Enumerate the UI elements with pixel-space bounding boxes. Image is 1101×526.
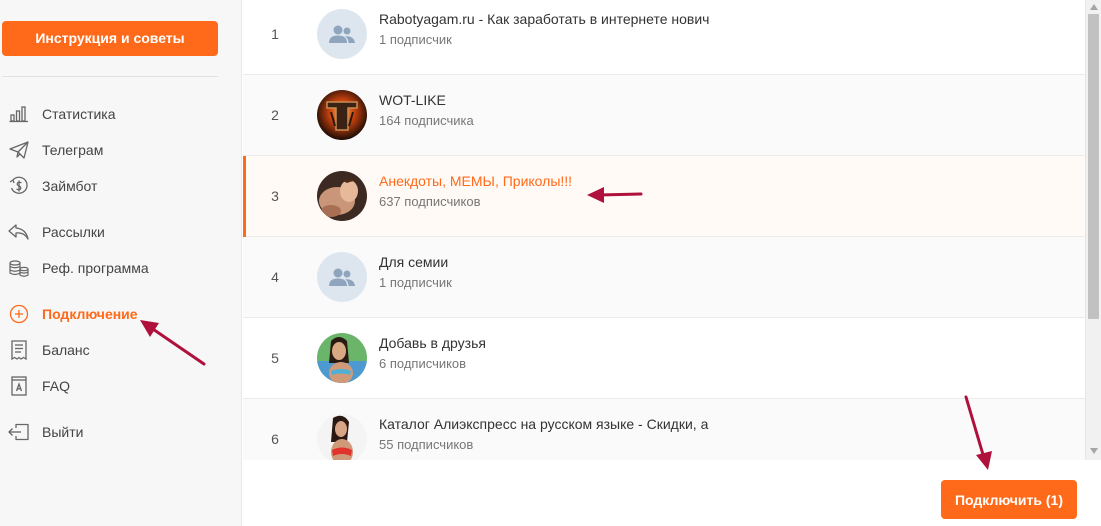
sidebar-item-mailings[interactable]: Рассылки bbox=[8, 220, 105, 244]
channel-list: 1 Rabotyagam.ru - Как заработать в интер… bbox=[243, 0, 1085, 460]
channel-row-selected[interactable]: 3 Анекдоты, МЕМЫ, Приколы!!! 637 подписч… bbox=[243, 156, 1085, 237]
row-number: 4 bbox=[271, 269, 279, 285]
channel-subscribers: 1 подписчик bbox=[379, 275, 452, 290]
sidebar-item-label: Статистика bbox=[42, 106, 116, 122]
sidebar-item-balance[interactable]: Баланс bbox=[8, 338, 90, 362]
channel-title: Добавь в друзья bbox=[379, 335, 486, 351]
row-number: 5 bbox=[271, 350, 279, 366]
wot-logo-image bbox=[317, 90, 367, 140]
channel-avatar bbox=[317, 90, 367, 140]
sidebar-item-faq[interactable]: FAQ bbox=[8, 374, 70, 398]
connect-button[interactable]: Подключить (1) bbox=[941, 480, 1077, 519]
sidebar-item-logout[interactable]: Выйти bbox=[8, 420, 83, 444]
plus-circle-icon bbox=[8, 303, 30, 325]
channel-row[interactable]: 5 Добавь в друзья 6 подписчиков bbox=[243, 318, 1085, 399]
sidebar-item-statistics[interactable]: Статистика bbox=[8, 102, 116, 126]
users-placeholder-icon bbox=[329, 25, 355, 43]
channel-title: Анекдоты, МЕМЫ, Приколы!!! bbox=[379, 173, 573, 189]
scroll-up-arrow-icon[interactable] bbox=[1090, 4, 1098, 10]
sidebar-item-label: FAQ bbox=[42, 378, 71, 394]
channel-subscribers: 6 подписчиков bbox=[379, 356, 467, 371]
sidebar-item-telegram[interactable]: Телеграм bbox=[8, 138, 103, 162]
reply-arrow-icon bbox=[8, 221, 30, 243]
channel-title: Rabotyagam.ru - Как заработать в интерне… bbox=[379, 11, 710, 27]
sidebar-item-referral[interactable]: Реф. программа bbox=[8, 256, 149, 280]
sidebar: Инструкция и советы Статистика Телеграм … bbox=[0, 0, 242, 526]
sidebar-item-zaimbot[interactable]: Займбот bbox=[8, 174, 97, 198]
sidebar-item-label: Займбот bbox=[42, 178, 98, 194]
sidebar-item-label: Выйти bbox=[42, 424, 84, 440]
sidebar-item-label: Подключение bbox=[42, 306, 138, 322]
channel-title: Каталог Алиэкспресс на русском языке - С… bbox=[379, 416, 709, 432]
channel-title: WOT-LIKE bbox=[379, 92, 446, 108]
sidebar-item-label: Баланс bbox=[42, 342, 90, 358]
channel-subscribers: 1 подписчик bbox=[379, 32, 452, 47]
row-number: 1 bbox=[271, 26, 279, 42]
sidebar-item-label: Реф. программа bbox=[42, 260, 149, 276]
bar-chart-icon bbox=[8, 103, 30, 125]
faq-book-icon bbox=[8, 375, 30, 397]
dollar-coin-icon bbox=[8, 175, 30, 197]
channel-avatar bbox=[317, 252, 367, 302]
row-number: 6 bbox=[271, 431, 279, 447]
receipt-icon bbox=[8, 339, 30, 361]
sidebar-item-connection[interactable]: Подключение bbox=[8, 302, 138, 326]
channel-row[interactable]: 1 Rabotyagam.ru - Как заработать в интер… bbox=[243, 0, 1085, 75]
photo-image bbox=[317, 333, 367, 383]
sidebar-item-label: Рассылки bbox=[42, 224, 105, 240]
instructions-button[interactable]: Инструкция и советы bbox=[2, 21, 218, 56]
sidebar-item-label: Телеграм bbox=[42, 142, 104, 158]
sidebar-divider bbox=[2, 76, 218, 77]
main-panel: 1 Rabotyagam.ru - Как заработать в интер… bbox=[243, 0, 1101, 526]
photo-image bbox=[317, 414, 367, 460]
row-number: 3 bbox=[271, 188, 279, 204]
photo-image bbox=[317, 171, 367, 221]
paper-plane-icon bbox=[8, 139, 30, 161]
vertical-scrollbar[interactable] bbox=[1085, 0, 1101, 460]
channel-row[interactable]: 6 Каталог Алиэкспресс на русском языке -… bbox=[243, 399, 1085, 460]
selection-indicator bbox=[243, 156, 246, 237]
row-number: 2 bbox=[271, 107, 279, 123]
channel-subscribers: 164 подписчика bbox=[379, 113, 474, 128]
coins-stack-icon bbox=[8, 257, 30, 279]
channel-avatar bbox=[317, 414, 367, 460]
scrollbar-thumb[interactable] bbox=[1088, 14, 1099, 319]
channel-title: Для семии bbox=[379, 254, 449, 270]
scroll-down-arrow-icon[interactable] bbox=[1090, 448, 1098, 454]
channel-subscribers: 55 подписчиков bbox=[379, 437, 474, 452]
channel-avatar bbox=[317, 171, 367, 221]
channel-row[interactable]: 4 Для семии 1 подписчик bbox=[243, 237, 1085, 318]
channel-avatar bbox=[317, 9, 367, 59]
channel-subscribers: 637 подписчиков bbox=[379, 194, 481, 209]
channel-avatar bbox=[317, 333, 367, 383]
logout-icon bbox=[8, 421, 30, 443]
channel-row[interactable]: 2 WOT-LIKE 164 подписчика bbox=[243, 75, 1085, 156]
users-placeholder-icon bbox=[329, 268, 355, 286]
